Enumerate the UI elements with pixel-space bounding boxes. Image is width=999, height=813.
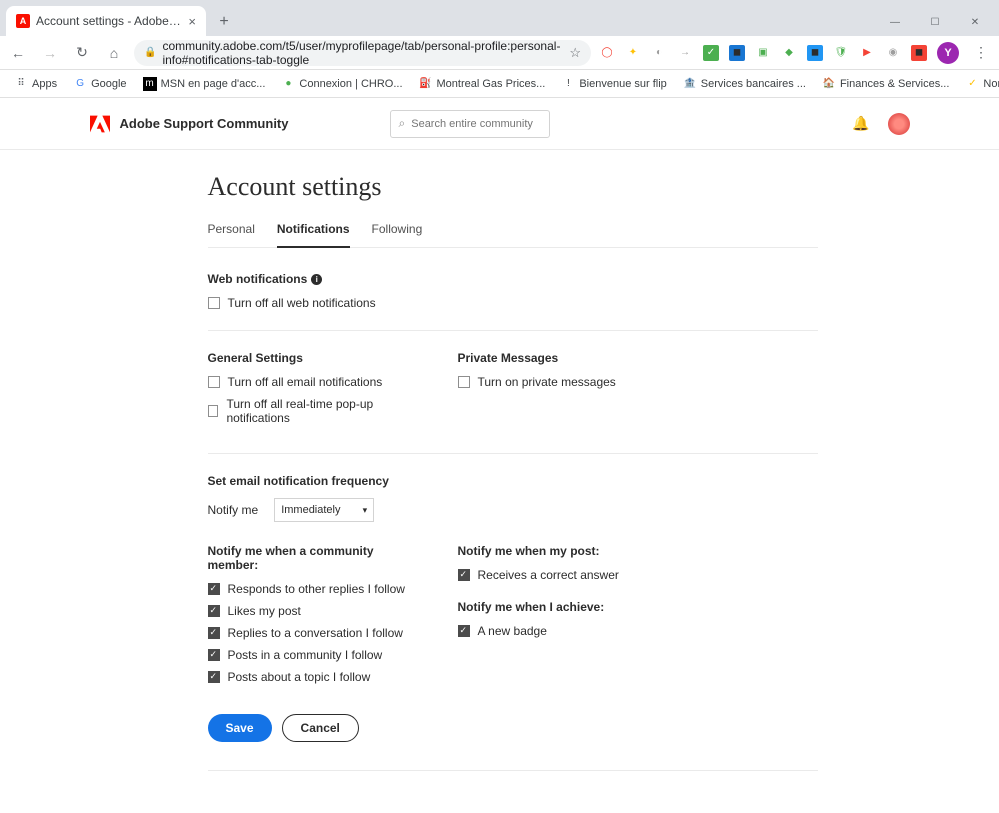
checkbox-label: Posts in a community I follow (228, 648, 383, 662)
community-member-heading: Notify me when a community member: (208, 544, 418, 572)
checkbox-turn-off-web[interactable] (208, 297, 220, 309)
ext-icon[interactable]: ✦ (625, 45, 641, 61)
checkbox-turn-off-email[interactable] (208, 376, 220, 388)
ext-icon[interactable]: → (677, 45, 693, 61)
ext-icon[interactable]: ◼ (807, 45, 823, 61)
reload-button[interactable]: ↻ (70, 41, 94, 65)
bookmark-item[interactable]: !Bienvenue sur flip (555, 75, 672, 93)
bookmark-item[interactable]: ●Connexion | CHRO... (275, 75, 408, 93)
close-window-icon[interactable]: ✕ (955, 8, 995, 36)
tab-personal[interactable]: Personal (208, 222, 255, 247)
url-bar[interactable]: 🔒 community.adobe.com/t5/user/myprofilep… (134, 40, 591, 66)
frequency-heading: Set email notification frequency (208, 474, 818, 488)
bookmark-item[interactable]: 🏠Finances & Services... (816, 75, 955, 93)
site-name[interactable]: Adobe Support Community (120, 116, 289, 131)
ext-icon[interactable]: ◼ (729, 45, 745, 61)
new-tab-button[interactable]: + (210, 8, 238, 36)
achieve-heading: Notify me when I achieve: (458, 600, 668, 614)
checkbox-label: Turn off all email notifications (228, 375, 383, 389)
star-icon[interactable]: ☆ (569, 45, 581, 61)
lock-icon: 🔒 (144, 47, 156, 58)
search-box[interactable]: ⌕ (390, 110, 550, 138)
general-settings-heading: General Settings (208, 351, 418, 365)
checkbox-correct-answer[interactable] (458, 569, 470, 581)
browser-tab-strip: A Account settings - Adobe Supp... × + —… (0, 0, 999, 36)
ext-icon[interactable]: ◆ (781, 45, 797, 61)
checkbox-private-messages[interactable] (458, 376, 470, 388)
ext-icon[interactable]: ▣ (755, 45, 771, 61)
checkbox-label: Turn on private messages (478, 375, 616, 389)
divider (208, 453, 818, 454)
checkbox-label: Receives a correct answer (478, 568, 619, 582)
checkbox-label: Posts about a topic I follow (228, 670, 371, 684)
browser-tab-active[interactable]: A Account settings - Adobe Supp... × (6, 6, 206, 36)
divider (208, 770, 818, 771)
back-button[interactable]: ← (6, 41, 30, 65)
checkbox-label: A new badge (478, 624, 547, 638)
save-button[interactable]: Save (208, 714, 272, 742)
chevron-down-icon: ▾ (363, 505, 368, 516)
checkbox-label: Responds to other replies I follow (228, 582, 405, 596)
checkbox-label: Turn off all web notifications (228, 296, 376, 310)
address-bar: ← → ↻ ⌂ 🔒 community.adobe.com/t5/user/my… (0, 36, 999, 70)
user-avatar[interactable] (888, 113, 910, 135)
checkbox-likes[interactable] (208, 605, 220, 617)
checkbox-responds[interactable] (208, 583, 220, 595)
settings-tabs: Personal Notifications Following (208, 222, 818, 248)
ext-icon[interactable]: ◐ (651, 45, 667, 61)
checkbox-posts-topic[interactable] (208, 671, 220, 683)
checkbox-posts-community[interactable] (208, 649, 220, 661)
menu-icon[interactable]: ⋮ (969, 41, 993, 65)
search-icon: ⌕ (399, 116, 406, 131)
maximize-icon[interactable]: ☐ (915, 8, 955, 36)
apps-button[interactable]: ⠿Apps (8, 75, 63, 93)
cancel-button[interactable]: Cancel (282, 714, 359, 742)
extension-icons: ◯ ✦ ◐ → ✓ ◼ ▣ ◆ ◼ 🛡 ▶ ◉ ◼ Y ⋮ (599, 41, 993, 65)
notifications-icon[interactable]: 🔔 (852, 115, 869, 132)
tab-title: Account settings - Adobe Supp... (36, 14, 182, 28)
ext-icon[interactable]: ▶ (859, 45, 875, 61)
private-messages-heading: Private Messages (458, 351, 668, 365)
checkbox-new-badge[interactable] (458, 625, 470, 637)
close-icon[interactable]: × (188, 14, 196, 29)
home-button[interactable]: ⌂ (102, 41, 126, 65)
bookmark-item[interactable]: ✓Norton Security – N... (959, 75, 999, 93)
frequency-select[interactable]: Immediately ▾ (274, 498, 374, 522)
page-title: Account settings (208, 172, 818, 202)
adobe-favicon: A (16, 14, 30, 28)
info-icon[interactable]: i (311, 274, 322, 285)
checkbox-replies[interactable] (208, 627, 220, 639)
ext-icon[interactable]: ✓ (703, 45, 719, 61)
notify-me-label: Notify me (208, 503, 259, 517)
bookmark-item[interactable]: mMSN en page d'acc... (137, 75, 272, 93)
url-text: community.adobe.com/t5/user/myprofilepag… (162, 39, 563, 67)
bookmark-item[interactable]: GGoogle (67, 75, 132, 93)
site-header: Adobe Support Community ⌕ 🔔 (0, 98, 999, 150)
forward-button[interactable]: → (38, 41, 62, 65)
ext-icon[interactable]: ◉ (885, 45, 901, 61)
ext-icon[interactable]: 🛡 (833, 45, 849, 61)
bookmark-item[interactable]: 🏦Services bancaires ... (677, 75, 812, 93)
divider (208, 330, 818, 331)
ext-icon[interactable]: ◯ (599, 45, 615, 61)
web-notifications-heading: Web notifications i (208, 272, 818, 286)
adobe-logo-icon (90, 115, 110, 133)
checkbox-label: Replies to a conversation I follow (228, 626, 403, 640)
search-input[interactable] (411, 118, 553, 130)
checkbox-label: Likes my post (228, 604, 301, 618)
my-post-heading: Notify me when my post: (458, 544, 668, 558)
tab-notifications[interactable]: Notifications (277, 222, 350, 248)
checkbox-turn-off-popup[interactable] (208, 405, 219, 417)
checkbox-row: Turn off all web notifications (208, 296, 818, 310)
bookmarks-bar: ⠿Apps GGoogle mMSN en page d'acc... ●Con… (0, 70, 999, 98)
minimize-icon[interactable]: — (875, 8, 915, 36)
ext-icon[interactable]: ◼ (911, 45, 927, 61)
tab-following[interactable]: Following (372, 222, 423, 247)
checkbox-label: Turn off all real-time pop-up notificati… (226, 397, 417, 425)
profile-avatar[interactable]: Y (937, 42, 959, 64)
bookmark-item[interactable]: ⛽Montreal Gas Prices... (413, 75, 552, 93)
